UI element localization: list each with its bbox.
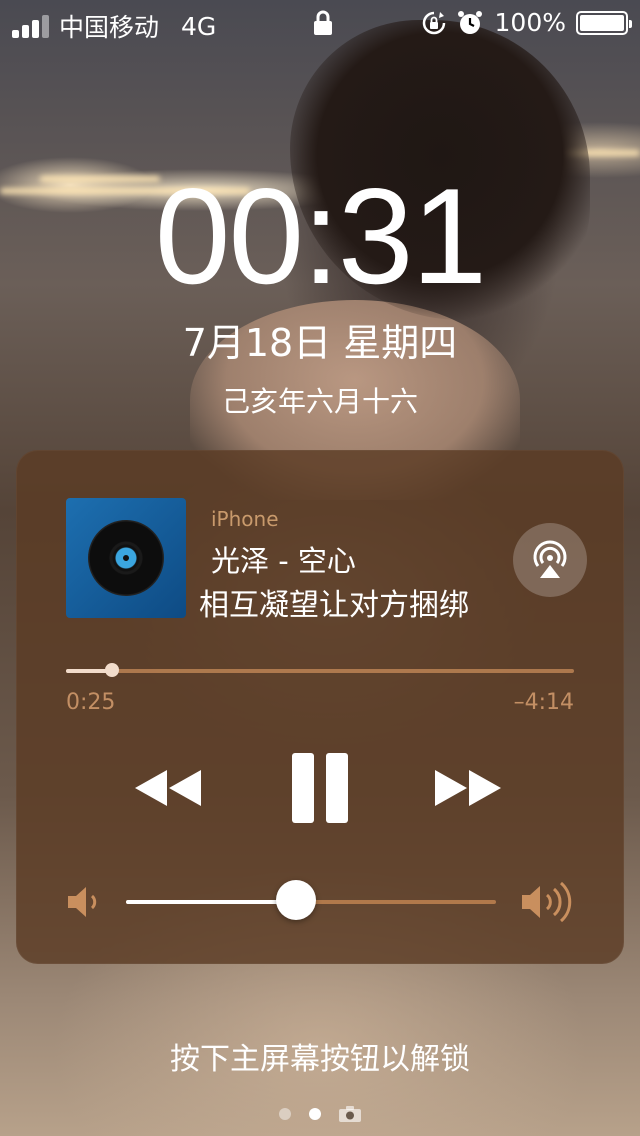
network-type: 4G <box>181 11 217 41</box>
volume-low-icon <box>68 887 97 917</box>
signal-icon <box>12 14 49 38</box>
playback-source: iPhone <box>211 507 279 531</box>
volume-slider[interactable] <box>126 880 496 920</box>
pause-button[interactable] <box>278 748 362 828</box>
airplay-icon <box>533 540 567 578</box>
playback-scrubber[interactable] <box>66 663 574 677</box>
camera-icon[interactable] <box>339 1106 361 1122</box>
carrier-name: 中国移动 <box>59 13 160 42</box>
track-title[interactable]: 光泽 - 空心 <box>211 538 356 580</box>
status-right: 100% <box>421 8 632 37</box>
page-indicator[interactable] <box>0 1106 640 1122</box>
vinyl-record-icon <box>88 520 164 596</box>
track-lyric: 相互凝望让对方捆绑 <box>199 588 469 623</box>
lock-date: 7月18日 星期四 <box>182 321 458 365</box>
alarm-icon <box>457 10 482 34</box>
rewind-button[interactable] <box>128 748 208 828</box>
page-dot-2[interactable] <box>309 1108 321 1120</box>
album-artwork[interactable] <box>66 498 186 618</box>
fast-forward-button[interactable] <box>428 748 508 828</box>
airplay-button[interactable] <box>513 523 587 597</box>
unlock-hint: 按下主屏幕按钮以解锁 <box>170 1042 470 1077</box>
pause-icon <box>292 753 348 823</box>
remaining-time: –4:14 <box>513 690 574 715</box>
status-bar: 中国移动 4G 100% <box>0 0 640 48</box>
volume-slider-knob[interactable] <box>276 880 317 920</box>
page-dot-1[interactable] <box>279 1108 291 1120</box>
battery-percent: 100% <box>494 8 566 37</box>
playback-scrubber-knob[interactable] <box>104 663 119 677</box>
battery-icon <box>576 10 632 35</box>
elapsed-time: 0:25 <box>66 690 116 715</box>
lunar-date: 己亥年六月十六 <box>221 385 418 418</box>
now-playing-panel: iPhone 光泽 - 空心 相互凝望让对方捆绑 0:25 –4:14 <box>16 450 624 964</box>
volume-fill <box>126 900 297 904</box>
lock-icon <box>314 10 332 35</box>
volume-high-icon <box>522 881 572 923</box>
rewind-icon <box>135 770 201 806</box>
rotation-lock-icon <box>422 11 445 34</box>
lock-time: 00:31 <box>154 160 487 312</box>
fast-forward-icon <box>435 770 501 806</box>
status-left: 中国移动 4G <box>12 8 216 44</box>
